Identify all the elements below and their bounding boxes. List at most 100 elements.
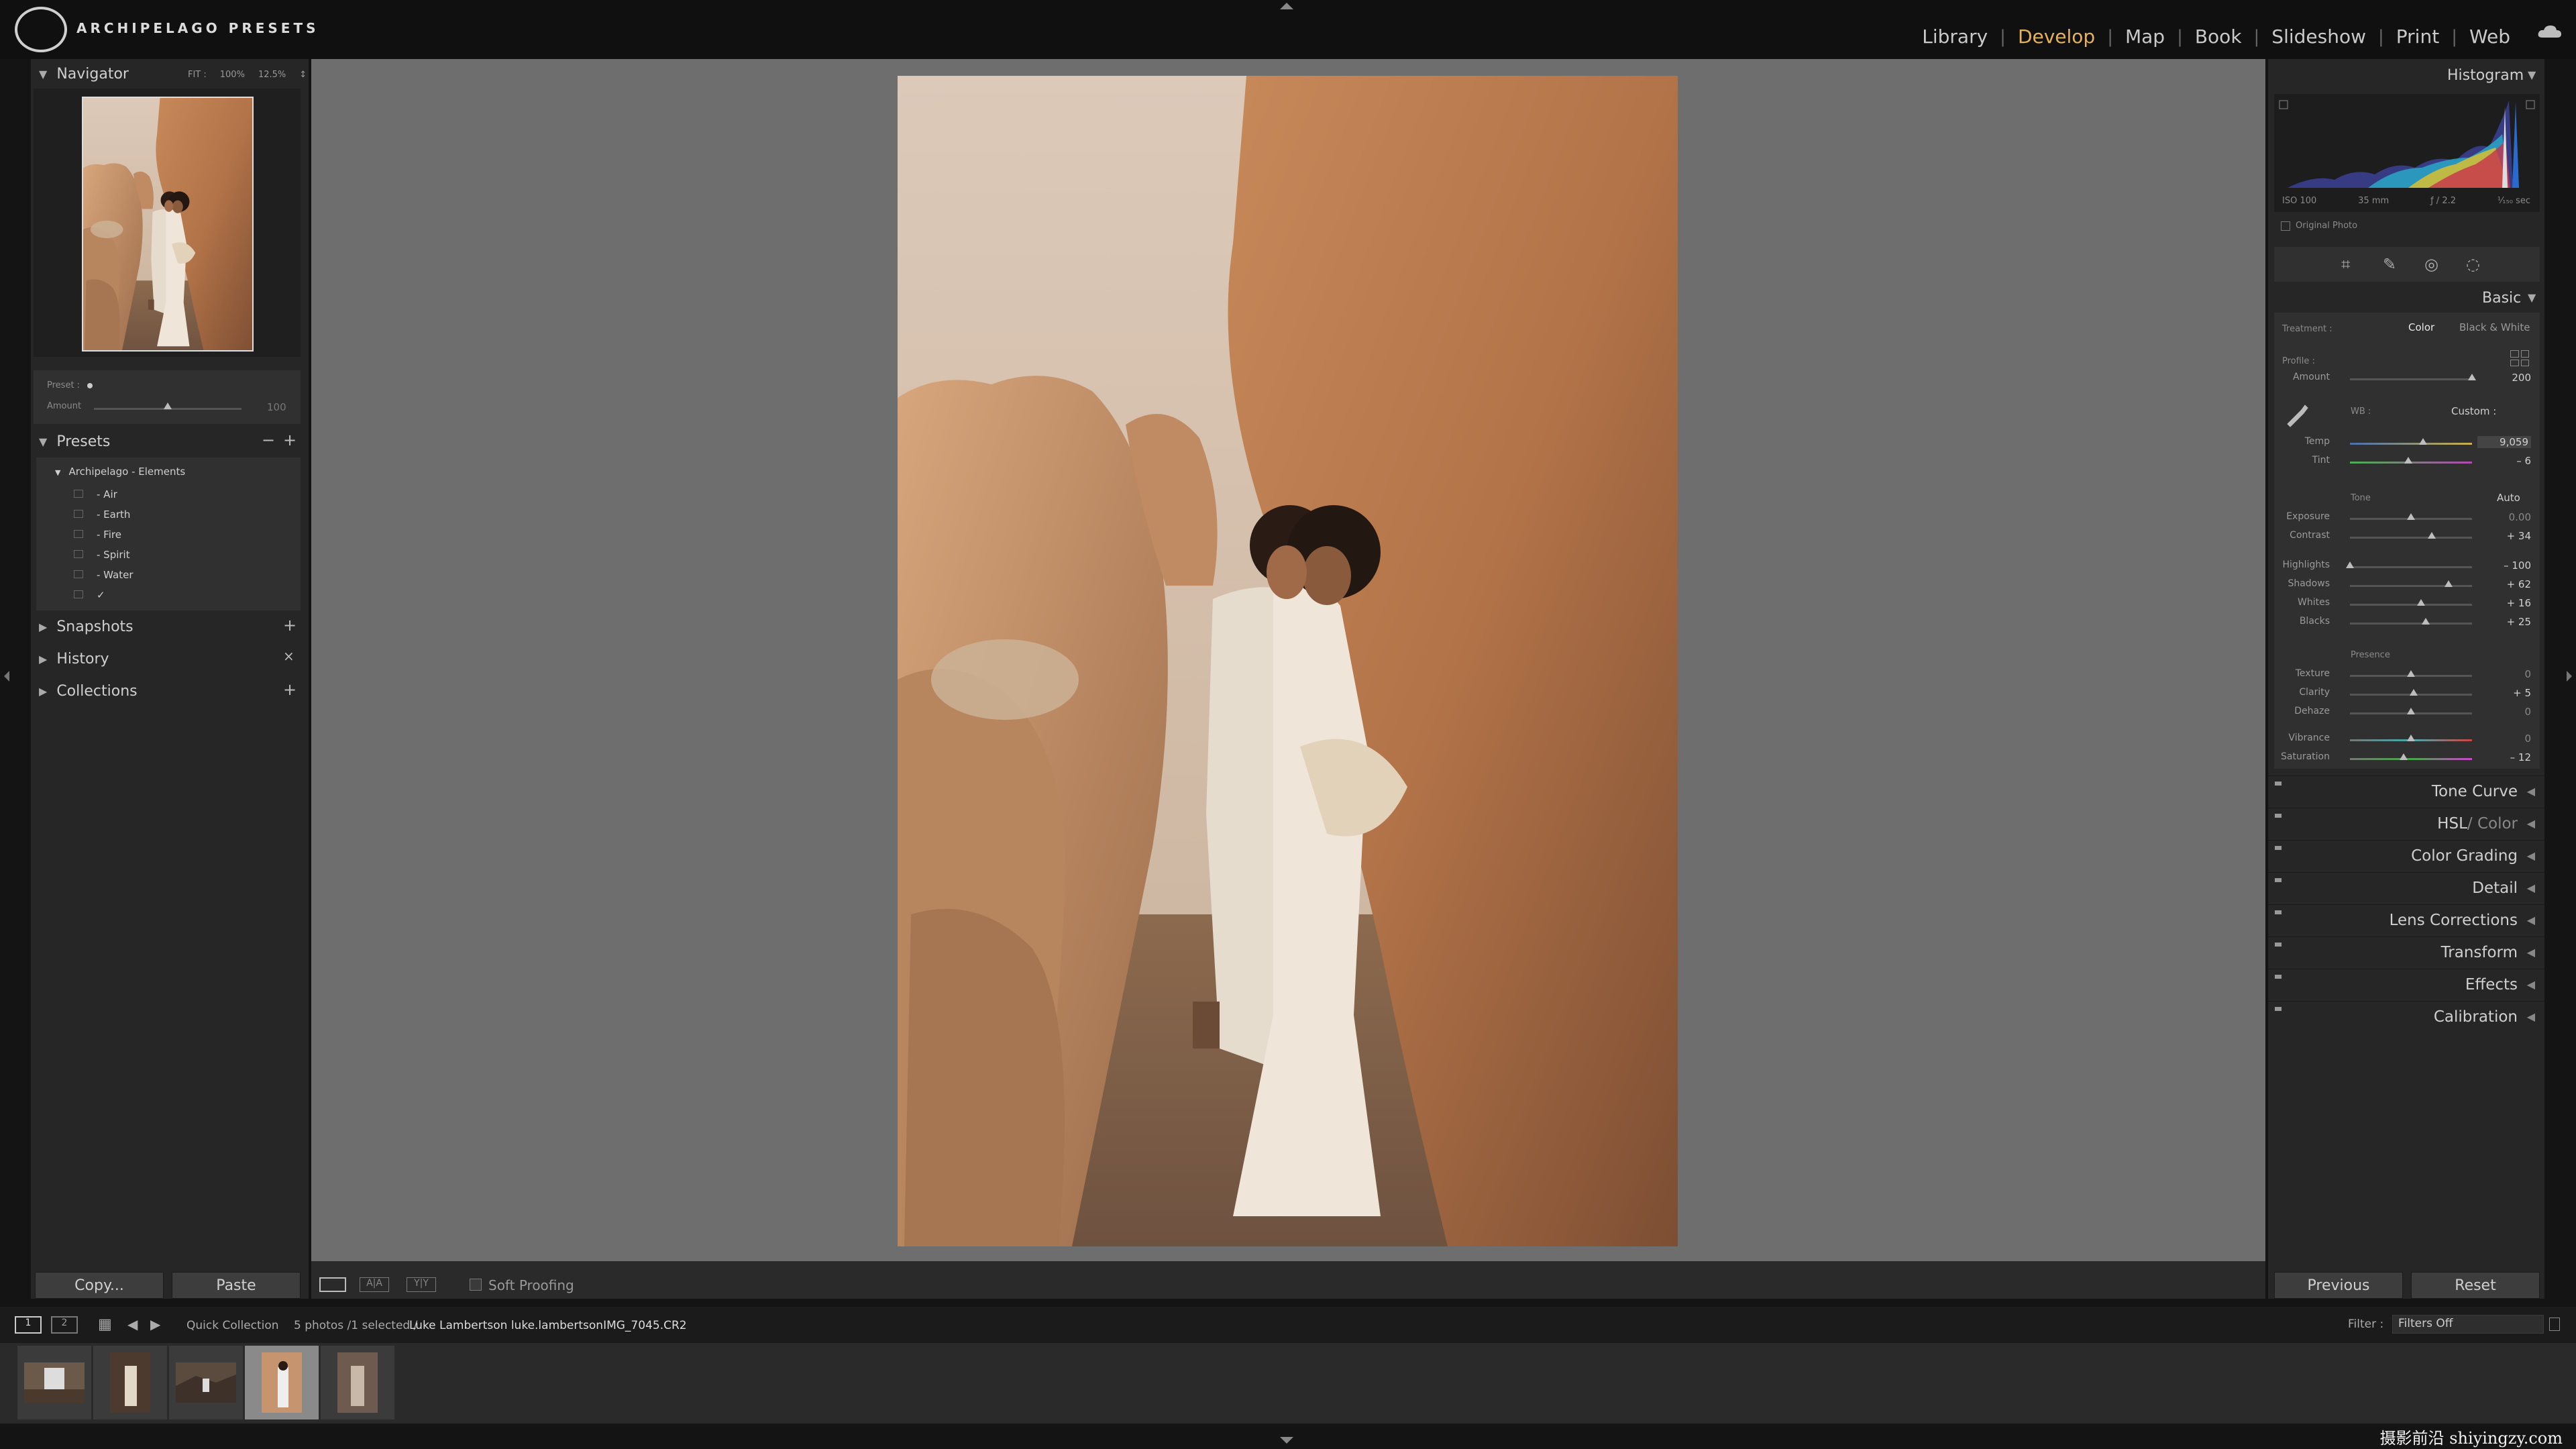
filmstrip-thumbnail-selected[interactable] [245,1346,319,1419]
loupe-view-icon[interactable] [319,1277,346,1292]
crop-icon[interactable]: ⌗ [2341,255,2351,274]
collapse-right-icon[interactable] [2567,671,2572,682]
presets-header[interactable]: ▼ Presets [39,433,110,450]
collapse-top-icon[interactable] [1280,3,1293,9]
slider-thumb[interactable] [2407,708,2415,714]
panel-color-grading[interactable]: Color Grading ◀ [2268,840,2544,871]
slider-thumb[interactable] [2409,689,2418,696]
panel-switch[interactable] [2275,782,2282,786]
histogram[interactable] [2274,94,2540,212]
module-print[interactable]: Print [2384,25,2451,48]
texture-slider[interactable]: Texture 0 [2268,668,2544,687]
collapse-bottom-icon[interactable] [1280,1437,1293,1444]
navigator-header[interactable]: ▼ Navigator [39,66,129,83]
main-photo[interactable] [898,76,1678,1246]
filmstrip-thumbnail[interactable] [321,1346,394,1419]
lock-icon[interactable] [2549,1318,2560,1331]
collapse-left-icon[interactable] [4,671,9,682]
add-preset-icon[interactable]: + [283,431,297,449]
add-snapshot-icon[interactable]: + [283,616,297,635]
zoom-menu[interactable]: ↕ [299,70,307,80]
main-window-button[interactable]: 1 [15,1316,42,1334]
treatment-color[interactable]: Color [2408,321,2434,333]
treatment-bw[interactable]: Black & White [2459,321,2530,333]
preset-item[interactable]: - Air [74,484,133,504]
slider-thumb[interactable] [2400,753,2408,760]
panel-calibration[interactable]: Calibration ◀ [2268,1001,2544,1032]
copy-button[interactable]: Copy... [35,1272,164,1299]
profile-browser-icon[interactable] [2510,350,2529,366]
slider-thumb[interactable] [2407,513,2415,520]
blacks-slider[interactable]: Blacks + 25 [2268,616,2544,635]
previous-button[interactable]: Previous [2274,1272,2403,1299]
panel-switch[interactable] [2275,975,2282,979]
slider-thumb[interactable] [2468,374,2476,380]
whites-slider[interactable]: Whites + 16 [2268,597,2544,616]
masking-icon[interactable]: ◌ [2466,255,2480,274]
panel-transform[interactable]: Transform ◀ [2268,936,2544,967]
contrast-slider[interactable]: Contrast + 34 [2268,530,2544,549]
filmstrip-thumbnail[interactable] [17,1346,91,1419]
preset-item-new[interactable]: ✓ [74,585,133,605]
grid-view-icon[interactable]: ▦ [98,1316,112,1333]
preset-item[interactable]: - Water [74,565,133,585]
module-library[interactable]: Library [1910,25,2000,48]
module-book[interactable]: Book [2183,25,2254,48]
panel-lens-corrections[interactable]: Lens Corrections ◀ [2268,904,2544,935]
preset-item[interactable]: - Earth [74,504,133,525]
back-icon[interactable]: ◀ [127,1316,138,1332]
preset-item[interactable]: - Fire [74,525,133,545]
red-eye-icon[interactable]: ◎ [2424,255,2438,274]
slider-thumb[interactable] [2427,532,2436,539]
exposure-slider[interactable]: Exposure 0.00 [2268,511,2544,530]
secondary-window-button[interactable]: 2 [51,1316,78,1334]
source-label[interactable]: Quick Collection [186,1319,279,1332]
panel-switch[interactable] [2275,943,2282,947]
remove-preset-icon[interactable]: − [262,431,275,449]
reset-button[interactable]: Reset [2411,1272,2540,1299]
zoom-fit[interactable]: FIT : [188,70,207,80]
paste-button[interactable]: Paste [172,1272,301,1299]
dehaze-slider[interactable]: Dehaze 0 [2268,706,2544,724]
slider-thumb[interactable] [2416,599,2425,606]
healing-icon[interactable]: ✎ [2383,255,2396,274]
saturation-slider[interactable]: Saturation – 12 [2268,751,2544,770]
vibrance-slider[interactable]: Vibrance 0 [2268,733,2544,751]
wb-eyedropper-icon[interactable] [2284,401,2310,428]
panel-switch[interactable] [2275,1007,2282,1011]
module-map[interactable]: Map [2113,25,2177,48]
wb-dropdown[interactable]: Custom : [2451,405,2496,417]
filename[interactable]: Luke Lambertson luke.lambertsonIMG_7045.… [409,1319,687,1332]
before-after-split-icon[interactable]: Y|Y [407,1277,436,1292]
panel-hsl-color[interactable]: HSL / Color ◀ [2268,808,2544,839]
preset-group[interactable]: ▼ Archipelago - Elements [55,466,185,478]
slider-thumb[interactable] [2407,670,2415,677]
panel-effects[interactable]: Effects ◀ [2268,969,2544,1000]
filmstrip-thumbnail[interactable] [93,1346,167,1419]
slider-thumb[interactable] [2419,438,2428,445]
highlights-slider[interactable]: Highlights – 100 [2268,559,2544,578]
forward-icon[interactable]: ▶ [150,1316,160,1332]
add-collection-icon[interactable]: + [283,680,297,699]
clear-history-icon[interactable]: × [283,648,294,664]
slider-thumb[interactable] [2445,580,2453,587]
preset-item[interactable]: - Spirit [74,545,133,565]
slider-thumb[interactable] [2421,618,2430,625]
shadows-slider[interactable]: Shadows + 62 [2268,578,2544,597]
amount-slider[interactable]: Amount 200 [2268,372,2544,390]
tint-slider[interactable]: Tint – 6 [2268,455,2544,474]
panel-detail[interactable]: Detail ◀ [2268,872,2544,903]
panel-switch[interactable] [2275,910,2282,914]
filter-dropdown[interactable]: Filters Off [2392,1315,2544,1334]
zoom-12[interactable]: 12.5% [258,70,286,80]
temp-slider[interactable]: Temp 9,059 [2268,436,2544,455]
zoom-100[interactable]: 100% [220,70,245,80]
panel-switch[interactable] [2275,846,2282,850]
preset-dot[interactable] [87,383,93,388]
auto-tone-button[interactable]: Auto [2497,492,2520,504]
module-slideshow[interactable]: Slideshow [2259,25,2378,48]
slider-thumb[interactable] [2346,561,2354,568]
original-photo-checkbox[interactable] [2281,221,2290,231]
collapse-basic-icon[interactable]: ▼ [2528,291,2536,304]
navigator-thumbnail[interactable] [82,97,254,352]
